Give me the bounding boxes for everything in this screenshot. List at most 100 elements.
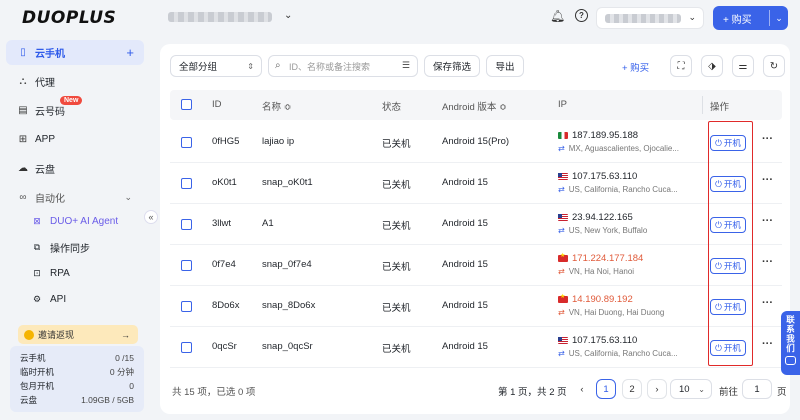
cell-id[interactable]: oK0t1: [212, 177, 237, 188]
row-checkbox[interactable]: [181, 178, 192, 189]
page-size-select[interactable]: 10 ⌄: [670, 379, 712, 399]
swap-icon: ⇄: [558, 308, 565, 317]
bell-icon[interactable]: 🔔︎: [550, 9, 565, 23]
export-button[interactable]: 导出: [486, 55, 524, 77]
header-name[interactable]: 名称 ≎: [262, 99, 292, 113]
group-select[interactable]: 全部分组 ⇕: [170, 55, 262, 77]
row-checkbox[interactable]: [181, 219, 192, 230]
next-page-icon[interactable]: ›: [647, 379, 667, 399]
search-input[interactable]: ⌕ ID、名称或备注搜索 ☰: [268, 55, 418, 77]
sidebar-group-automation[interactable]: ∞ 自动化 ⌄: [6, 185, 144, 209]
sidebar-item-sync[interactable]: ⧉ 操作同步: [6, 235, 144, 260]
save-filter-button[interactable]: 保存筛选: [424, 55, 480, 77]
select-all-checkbox[interactable]: [181, 99, 192, 110]
workspace-name-redacted[interactable]: [168, 12, 272, 22]
table-row[interactable]: 0qcSr snap_0qcSr 已关机 Android 15 107.175.63.1…: [170, 327, 782, 368]
sidebar-group-label: 自动化: [35, 193, 65, 205]
cell-name[interactable]: snap_oK0t1: [262, 177, 313, 188]
chevron-down-icon: ⌄: [688, 12, 696, 22]
sidebar-item-app[interactable]: ⊞ APP: [6, 127, 144, 152]
sidebar-item-label: DUO+ AI Agent: [50, 216, 119, 227]
buy-button[interactable]: + 购买 ⌄: [713, 6, 788, 30]
chevron-down-icon[interactable]: ⌄: [284, 10, 292, 21]
cell-name[interactable]: lajiao ip: [262, 136, 294, 147]
cell-ip: 107.175.63.110: [558, 335, 637, 346]
cell-id[interactable]: 0fHG5: [212, 136, 239, 147]
search-placeholder: ID、名称或备注搜索: [289, 61, 371, 72]
contact-us-button[interactable]: 联系我们: [781, 311, 800, 375]
tag-icon[interactable]: ⬗: [701, 55, 723, 77]
more-icon[interactable]: ···: [762, 297, 773, 309]
cell-status: 已关机: [382, 303, 411, 314]
table-row[interactable]: 8Do6x snap_8Do6x 已关机 Android 15 14.190.89.19…: [170, 286, 782, 327]
account-menu[interactable]: ⌄: [596, 7, 704, 29]
cell-id[interactable]: 0qcSr: [212, 341, 237, 352]
filter-icon[interactable]: ☰: [402, 60, 410, 71]
refresh-icon[interactable]: ↻: [763, 55, 785, 77]
new-badge: New: [60, 96, 83, 105]
sidebar-item-rpa[interactable]: ⊡ RPA: [6, 261, 144, 286]
table-row[interactable]: 0fHG5 lajiao ip 已关机 Android 15(Pro) 187.189.…: [170, 122, 782, 163]
sync-icon: ⧉: [33, 242, 41, 252]
row-checkbox[interactable]: [181, 301, 192, 312]
prev-page-icon[interactable]: ‹: [572, 379, 592, 399]
more-icon[interactable]: ···: [762, 338, 773, 350]
flag-us-icon: [558, 173, 568, 180]
cell-name[interactable]: snap_0f7e4: [262, 259, 312, 270]
scan-icon[interactable]: ⛶: [670, 55, 692, 77]
sidebar-item-cloud-phone[interactable]: ▯ 云手机 +: [6, 40, 144, 65]
row-checkbox[interactable]: [181, 260, 192, 271]
cloud-icon: ☁: [18, 163, 28, 174]
cell-id[interactable]: 0f7e4: [212, 259, 236, 270]
cell-android: Android 15: [442, 341, 488, 352]
buy-link[interactable]: + 购买: [622, 60, 649, 74]
sidebar-item-cloud-number[interactable]: ▤ 云号码 New: [6, 96, 144, 123]
collapse-sidebar-icon[interactable]: «: [144, 210, 158, 224]
cell-location: ⇄ VN, Ha Noi, Hanoi: [558, 267, 635, 276]
logo: DUOPLUS: [22, 8, 117, 28]
more-icon[interactable]: ···: [762, 174, 773, 186]
cell-id[interactable]: 3llwt: [212, 218, 231, 229]
chevron-down-icon: ⌄: [698, 384, 705, 394]
sidebar-item-label: API: [50, 294, 67, 305]
cell-ip: 14.190.89.192: [558, 293, 633, 305]
invite-cashback-button[interactable]: 邀请返现 →: [18, 325, 138, 344]
more-icon[interactable]: ···: [762, 133, 773, 145]
table-header: ID 名称 ≎ 状态 Android 版本 ≎ IP 操作: [170, 90, 782, 120]
table-row[interactable]: oK0t1 snap_oK0t1 已关机 Android 15 107.175.63.1…: [170, 163, 782, 204]
cell-android: Android 15: [442, 218, 488, 229]
more-icon[interactable]: ···: [762, 215, 773, 227]
header-android[interactable]: Android 版本 ≎: [442, 99, 507, 113]
more-icon[interactable]: ···: [762, 256, 773, 268]
table-row[interactable]: 0f7e4 snap_0f7e4 已关机 Android 15 171.224.177.…: [170, 245, 782, 286]
cell-name[interactable]: snap_0qcSr: [262, 341, 313, 352]
help-icon[interactable]: ?: [575, 9, 588, 22]
search-icon: ⌕: [275, 60, 281, 71]
ai-agent-icon: ⊠: [33, 216, 41, 226]
sidebar-item-proxy[interactable]: ⛬ 代理: [6, 69, 144, 94]
goto-page-input[interactable]: 1: [742, 379, 772, 399]
cell-android: Android 15(Pro): [442, 136, 510, 147]
page-1[interactable]: 1: [596, 379, 616, 399]
phone-icon: ▯: [20, 47, 26, 58]
cell-ip: 107.175.63.110: [558, 171, 637, 182]
flag-mx-icon: [558, 132, 568, 139]
chevron-down-icon[interactable]: ⌄: [770, 13, 788, 24]
table-row[interactable]: 3llwt A1 已关机 Android 15 23.94.122.165 ⇄ US, Ne…: [170, 204, 782, 245]
add-phone-icon[interactable]: +: [126, 45, 134, 60]
sidebar-item-api[interactable]: ⚙ API: [6, 287, 144, 312]
sidebar-item-ai-agent[interactable]: ⊠ DUO+ AI Agent: [6, 209, 144, 234]
row-checkbox[interactable]: [181, 342, 192, 353]
flag-vn-icon: [558, 252, 568, 262]
page-2[interactable]: 2: [622, 379, 642, 399]
buy-button-label: + 购买: [723, 14, 752, 26]
cell-id[interactable]: 8Do6x: [212, 300, 239, 311]
flag-us-icon: [558, 337, 568, 344]
row-checkbox[interactable]: [181, 137, 192, 148]
sidebar-item-label: 云号码: [35, 107, 65, 118]
cell-name[interactable]: A1: [262, 218, 274, 229]
settings-sliders-icon[interactable]: ⚌: [732, 55, 754, 77]
sidebar-item-cloud-disk[interactable]: ☁ 云盘: [6, 156, 144, 181]
cell-name[interactable]: snap_8Do6x: [262, 300, 315, 311]
sidebar-item-label: 云盘: [35, 165, 55, 176]
